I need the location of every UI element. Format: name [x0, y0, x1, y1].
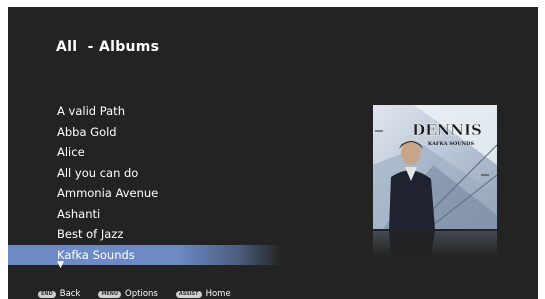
scroll-down-arrow-icon[interactable]: ▼ — [57, 260, 64, 270]
list-item[interactable]: Alice — [8, 142, 298, 163]
media-browser-screen: All - Albums A valid Path Abba Gold Alic… — [8, 7, 538, 299]
home-hint[interactable]: ASSIST Home — [175, 289, 231, 299]
options-label: Options — [125, 289, 158, 299]
album-cover-reflection — [373, 231, 497, 257]
back-hint[interactable]: END Back — [38, 289, 80, 299]
list-item[interactable]: Ammonia Avenue — [8, 183, 298, 204]
options-hint[interactable]: MENU Options — [98, 289, 158, 299]
list-item[interactable]: All you can do — [8, 163, 298, 184]
assist-key-icon: ASSIST — [175, 290, 202, 298]
list-item[interactable]: Best of Jazz — [8, 224, 298, 245]
home-label: Home — [205, 289, 231, 299]
list-item[interactable]: A valid Path — [8, 101, 298, 122]
album-cover-image: DENNIS KAFKA SOUNDS — [373, 105, 497, 229]
back-label: Back — [59, 289, 81, 299]
menu-key-icon: MENU — [98, 290, 122, 298]
album-list: A valid Path Abba Gold Alice All you can… — [8, 101, 298, 265]
list-item[interactable]: Ashanti — [8, 204, 298, 225]
page-title: All - Albums — [56, 39, 160, 55]
list-item-selected[interactable]: Kafka Sounds — [8, 244, 281, 265]
album-art-artist: DENNIS — [412, 121, 482, 139]
end-key-icon: END — [38, 290, 56, 298]
list-item[interactable]: Abba Gold — [8, 122, 298, 143]
footer-hints: END Back MENU Options ASSIST Home — [38, 288, 249, 299]
album-art-title: KAFKA SOUNDS — [428, 141, 475, 147]
